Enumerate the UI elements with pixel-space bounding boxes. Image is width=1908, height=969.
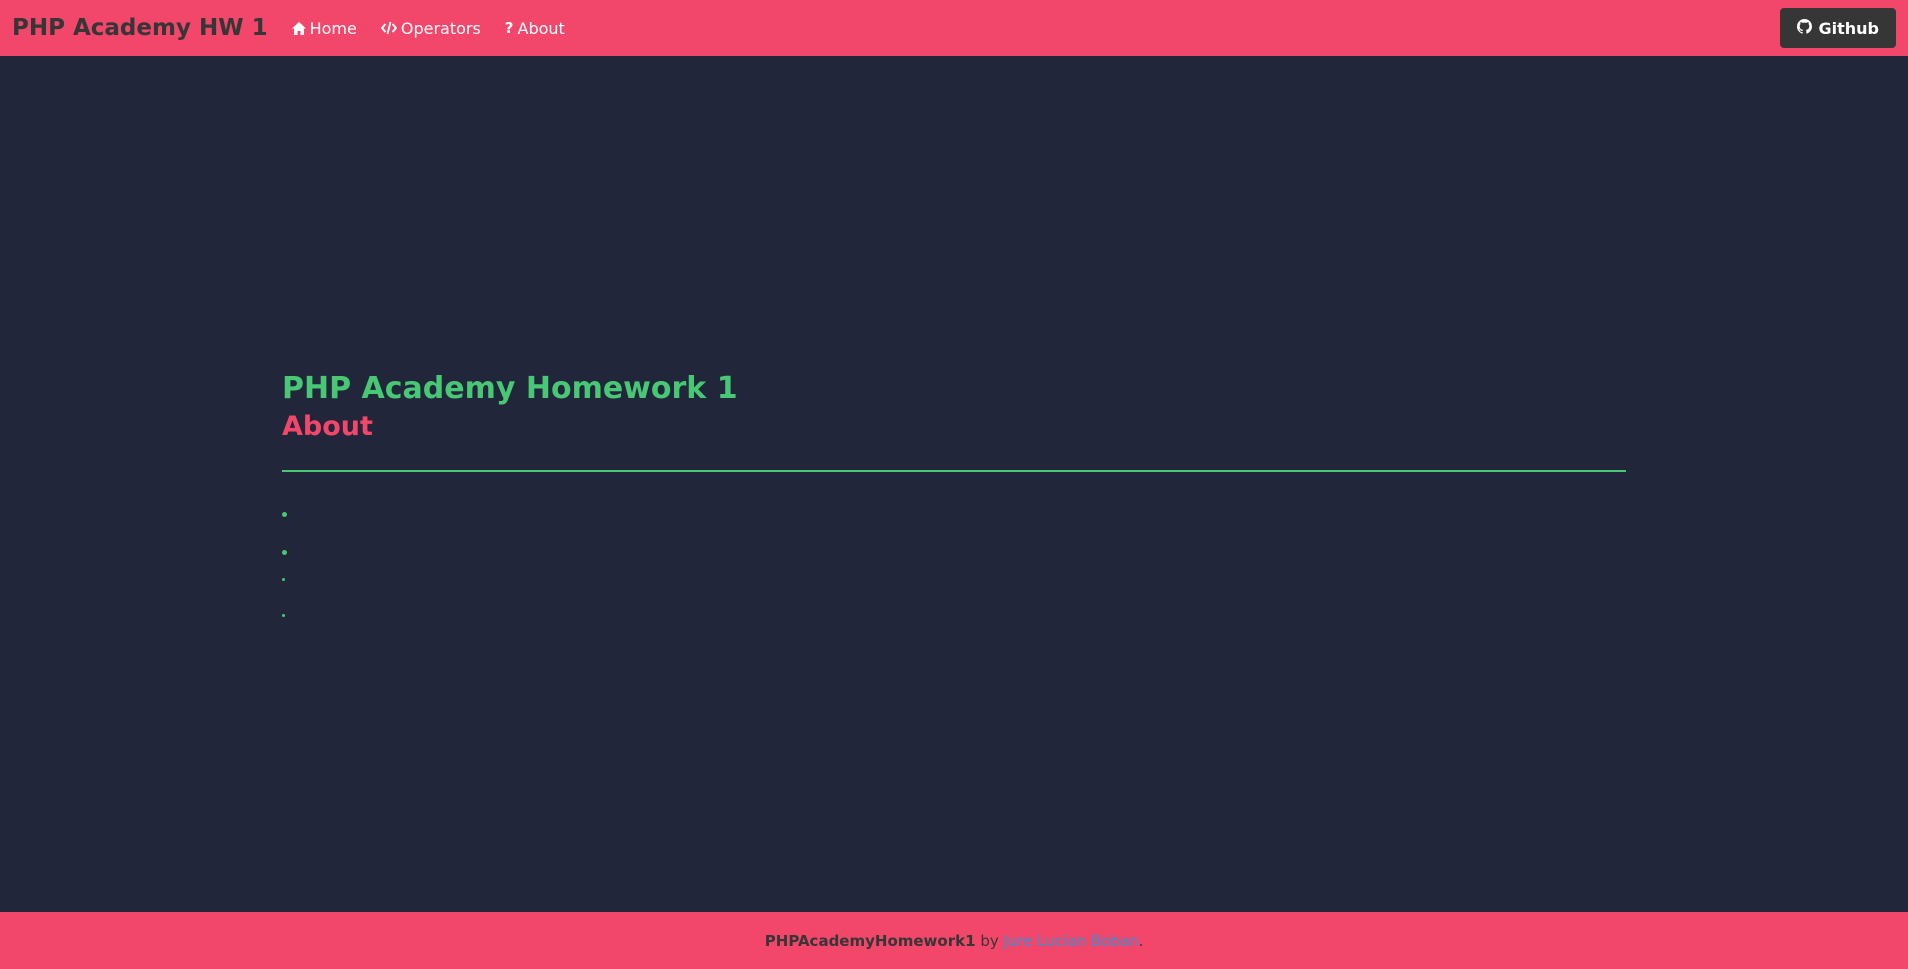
page-subtitle: About xyxy=(282,411,373,442)
footer-suffix: . xyxy=(1138,931,1144,950)
home-icon xyxy=(291,21,306,35)
bullet-dot xyxy=(282,578,285,581)
nav-item-label: About xyxy=(517,18,565,38)
code-icon xyxy=(380,21,397,35)
nav-menu: Home Operators ? About xyxy=(280,19,577,38)
nav-item-label: Home xyxy=(309,18,357,38)
nav-item-home[interactable]: Home xyxy=(280,19,369,38)
empty-list xyxy=(282,472,1626,617)
footer-by: by xyxy=(980,931,999,950)
list-item xyxy=(282,484,1626,617)
top-navbar: PHP Academy HW 1 Home Operators ? About … xyxy=(0,0,1908,56)
bullet-dot xyxy=(282,614,285,617)
nav-item-about[interactable]: ? About xyxy=(493,19,577,38)
nav-item-operators[interactable]: Operators xyxy=(369,19,493,38)
content-container: PHP Academy Homework 1 About xyxy=(282,370,1626,617)
page-title: PHP Academy Homework 1 xyxy=(282,371,738,406)
github-label: Github xyxy=(1818,18,1880,38)
github-icon xyxy=(1796,18,1812,38)
bullet-dot xyxy=(282,550,287,555)
brand-logo[interactable]: PHP Academy HW 1 xyxy=(12,15,268,41)
bullet-dot xyxy=(282,512,287,517)
page-footer: PHPAcademyHomework1 by Jure Lucian Boban… xyxy=(0,912,1908,969)
github-button[interactable]: Github xyxy=(1779,8,1896,48)
author-link[interactable]: Jure Lucian Boban xyxy=(1004,932,1139,950)
question-icon: ? xyxy=(504,19,514,37)
footer-project-name: PHPAcademyHomework1 xyxy=(764,931,976,950)
main-section: PHP Academy Homework 1 About xyxy=(0,56,1908,912)
nav-item-label: Operators xyxy=(400,18,481,38)
